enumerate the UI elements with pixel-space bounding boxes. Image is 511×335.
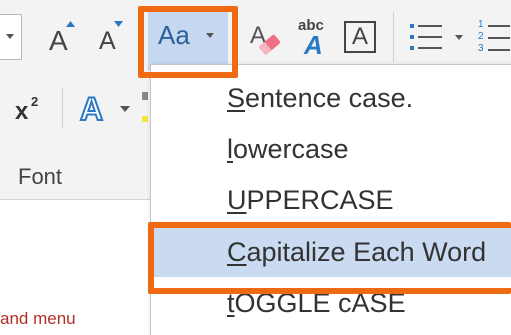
character-border-button[interactable]: A [342, 18, 378, 56]
menu-item-lowercase[interactable]: l owercase [151, 124, 511, 174]
font-group-label: Font [18, 164, 63, 189]
partial-ribbon-button [142, 92, 148, 122]
change-case-menu: Sentence case. l owercase U PPERCASE Capit… [150, 64, 511, 335]
caption-text: and menu [0, 309, 76, 328]
menu-item-sentence-case[interactable]: Sentence case. [151, 73, 511, 123]
numbering-digit: 1 [478, 19, 484, 30]
bullets-button[interactable] [404, 14, 468, 60]
change-case-icon: Aa [158, 20, 190, 50]
highlight-color-swatch [142, 116, 148, 122]
chevron-down-icon [206, 33, 214, 38]
menu-item-label: apitalize Each Word [246, 236, 487, 267]
phonetic-guide-button[interactable]: abc A [294, 12, 334, 62]
clear-formatting-icon: A [250, 22, 281, 55]
font-name-dropdown[interactable] [0, 14, 22, 60]
menu-item-label: owercase [233, 133, 349, 164]
clear-formatting-button[interactable]: A [246, 14, 286, 60]
text-effects-icon: A [76, 89, 134, 128]
menu-item-capitalize-each-word[interactable]: Capitalize Each Word [151, 227, 511, 277]
grow-font-glyph: A [49, 25, 68, 56]
menu-item-label: entence case. [245, 82, 414, 113]
shrink-font-icon: A [95, 17, 125, 57]
bullets-icon [410, 24, 463, 50]
superscript-exponent: 2 [31, 94, 39, 109]
separator [138, 12, 139, 62]
text-effects-glyph: A [79, 90, 104, 128]
menu-item-label: PPERCASE [246, 184, 394, 215]
menu-item-toggle-case[interactable]: t OGGLE cASE [151, 278, 511, 328]
chevron-down-icon [6, 34, 14, 39]
text-effects-button[interactable]: A [74, 86, 136, 130]
grow-font-icon: A [47, 17, 77, 57]
partial-icon-fragment [142, 92, 148, 100]
superscript-icon: x 2 [11, 89, 45, 127]
numbering-line [488, 49, 510, 51]
phonetic-guide-icon: abc A [296, 14, 332, 60]
menu-item-mnemonic: U [227, 184, 247, 215]
separator [62, 88, 63, 128]
menu-item-uppercase[interactable]: U PPERCASE [151, 175, 511, 225]
numbering-digit: 2 [478, 31, 484, 42]
menu-item-mnemonic: t [227, 287, 235, 318]
numbering-button[interactable]: 1 2 3 [474, 14, 511, 60]
numbering-line [488, 37, 510, 39]
menu-item-mnemonic: S [227, 82, 246, 113]
phonetic-glyph: A [304, 30, 323, 60]
character-border-icon: A [344, 21, 376, 53]
shrink-font-glyph: A [99, 27, 116, 55]
separator [393, 12, 394, 62]
numbering-digit: 3 [478, 43, 484, 54]
numbering-line [488, 25, 510, 27]
grow-font-button[interactable]: A [44, 14, 80, 60]
menu-item-mnemonic: C [227, 236, 247, 267]
superscript-base: x [15, 98, 29, 125]
character-border-glyph: A [351, 23, 368, 50]
menu-item-label: OGGLE cASE [234, 287, 406, 318]
superscript-button[interactable]: x 2 [8, 86, 48, 130]
numbering-icon: 1 2 3 [474, 17, 511, 57]
change-case-button[interactable]: Aa [148, 8, 228, 70]
shrink-font-button[interactable]: A [92, 14, 128, 60]
